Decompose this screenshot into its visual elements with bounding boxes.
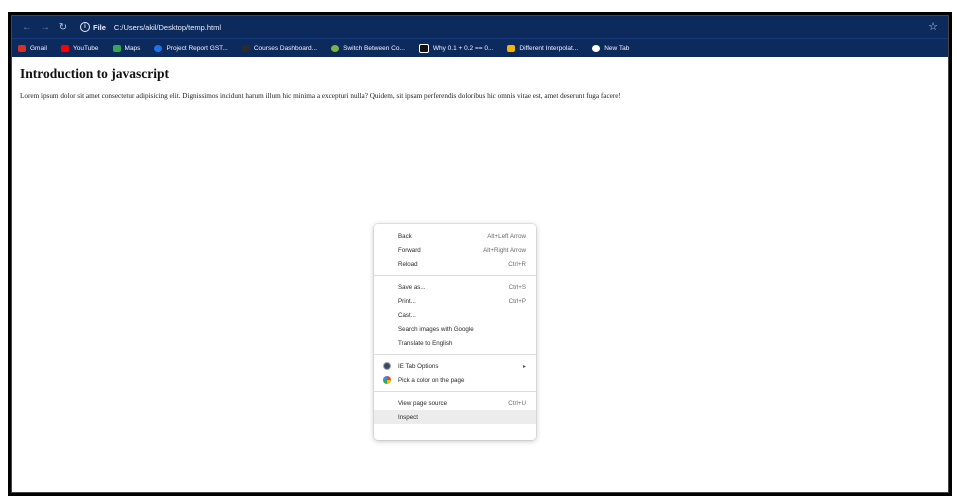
- browser-window: ← → ↻ i File C:/Users/akil/Desktop/temp.…: [11, 15, 949, 493]
- menu-item-forward[interactable]: Forward Alt+Right Arrow: [374, 243, 536, 257]
- menu-item-inspect[interactable]: Inspect: [374, 410, 536, 424]
- menu-shortcut: Alt+Left Arrow: [487, 232, 526, 240]
- menu-label: Back: [398, 232, 412, 240]
- browser-toolbar: ← → ↻ i File C:/Users/akil/Desktop/temp.…: [12, 16, 948, 38]
- menu-label: Print...: [398, 297, 416, 305]
- menu-item-search-images[interactable]: Search images with Google: [374, 322, 536, 336]
- menu-label: Inspect: [398, 413, 418, 421]
- menu-shortcut: Ctrl+S: [508, 283, 526, 291]
- leaf-icon: [331, 44, 340, 52]
- reload-icon[interactable]: ↻: [56, 20, 70, 34]
- bookmark-new-tab[interactable]: New Tab: [592, 44, 630, 52]
- menu-label: Save as...: [398, 283, 426, 291]
- url-text[interactable]: C:/Users/akil/Desktop/temp.html: [114, 23, 221, 32]
- page-content: Introduction to javascript Lorem ipsum d…: [12, 57, 948, 492]
- bookmark-label: Switch Between Co...: [343, 44, 405, 52]
- info-icon: i: [80, 22, 90, 32]
- menu-label: Cast...: [398, 311, 416, 319]
- page-title: Introduction to javascript: [20, 66, 170, 81]
- menu-item-reload[interactable]: Reload Ctrl+R: [374, 257, 536, 271]
- bookmark-switch-between[interactable]: Switch Between Co...: [331, 44, 405, 52]
- bookmark-label: Maps: [124, 44, 141, 52]
- screenshot-frame: ← → ↻ i File C:/Users/akil/Desktop/temp.…: [8, 12, 952, 496]
- menu-item-translate[interactable]: Translate to English: [374, 336, 536, 350]
- bookmark-why-float[interactable]: Why 0.1 + 0.2 == 0...: [418, 43, 494, 53]
- menu-item-back[interactable]: Back Alt+Left Arrow: [374, 229, 536, 243]
- back-arrow-icon[interactable]: ←: [20, 20, 34, 34]
- chrome-icon: [592, 44, 601, 52]
- site-info-label: File: [93, 22, 106, 32]
- menu-item-print[interactable]: Print... Ctrl+P: [374, 294, 536, 308]
- bookmark-maps[interactable]: Maps: [112, 44, 141, 52]
- menu-item-cast[interactable]: Cast...: [374, 308, 536, 322]
- bookmark-page-icon: [507, 44, 516, 52]
- bookmark-gmail[interactable]: Gmail: [18, 44, 47, 52]
- menu-divider: [374, 275, 536, 276]
- bookmark-label: Project Report GST...: [166, 44, 228, 52]
- bookmark-different-interpolat[interactable]: Different Interpolat...: [507, 44, 579, 52]
- bookmark-label: Why 0.1 + 0.2 == 0...: [432, 44, 494, 52]
- menu-label: IE Tab Options: [398, 362, 439, 370]
- bookmark-label: Different Interpolat...: [519, 44, 579, 52]
- menu-item-ie-tab-options[interactable]: IE Tab Options ▸: [374, 359, 536, 373]
- menu-label: View page source: [398, 399, 448, 407]
- maps-icon: [112, 44, 121, 52]
- menu-shortcut: Ctrl+U: [508, 399, 526, 407]
- menu-shortcut: Alt+Right Arrow: [483, 246, 526, 254]
- bookmark-youtube[interactable]: YouTube: [60, 44, 99, 52]
- medium-icon: [418, 43, 429, 53]
- bookmark-star-icon[interactable]: ☆: [928, 20, 938, 33]
- menu-item-view-source[interactable]: View page source Ctrl+U: [374, 396, 536, 410]
- gmail-icon: [18, 44, 26, 52]
- bookmark-label: YouTube: [72, 44, 99, 52]
- menu-item-pick-color[interactable]: Pick a color on the page: [374, 373, 536, 387]
- menu-divider: [374, 354, 536, 355]
- color-picker-icon: [383, 376, 391, 384]
- site-info-chip[interactable]: i File: [80, 22, 106, 32]
- menu-label: Forward: [398, 246, 421, 254]
- menu-label: Reload: [398, 260, 418, 268]
- address-bar[interactable]: i File C:/Users/akil/Desktop/temp.html: [80, 19, 221, 35]
- bookmarks-bar: Gmail YouTube Maps Project Report GST...…: [12, 38, 948, 57]
- bookmark-label: Courses Dashboard...: [253, 44, 318, 52]
- menu-label: Search images with Google: [398, 325, 474, 333]
- ie-tab-icon: [383, 362, 391, 370]
- submenu-arrow-icon: ▸: [522, 363, 526, 370]
- menu-item-save-as[interactable]: Save as... Ctrl+S: [374, 280, 536, 294]
- page-paragraph: Lorem ipsum dolor sit amet consectetur a…: [20, 92, 621, 100]
- menu-divider: [374, 391, 536, 392]
- menu-label: Pick a color on the page: [398, 376, 465, 384]
- menu-shortcut: Ctrl+P: [508, 297, 526, 305]
- bookmark-label: New Tab: [604, 44, 630, 52]
- menu-shortcut: Ctrl+R: [508, 260, 526, 268]
- cloud-icon: [241, 44, 250, 52]
- youtube-icon: [60, 44, 69, 52]
- globe-icon: [154, 44, 163, 52]
- bookmark-project-report[interactable]: Project Report GST...: [154, 44, 228, 52]
- context-menu: Back Alt+Left Arrow Forward Alt+Right Arro…: [374, 224, 536, 440]
- menu-label: Translate to English: [398, 339, 453, 347]
- bookmark-label: Gmail: [30, 44, 47, 52]
- bookmark-courses-dashboard[interactable]: Courses Dashboard...: [241, 44, 318, 52]
- forward-arrow-icon[interactable]: →: [38, 20, 52, 34]
